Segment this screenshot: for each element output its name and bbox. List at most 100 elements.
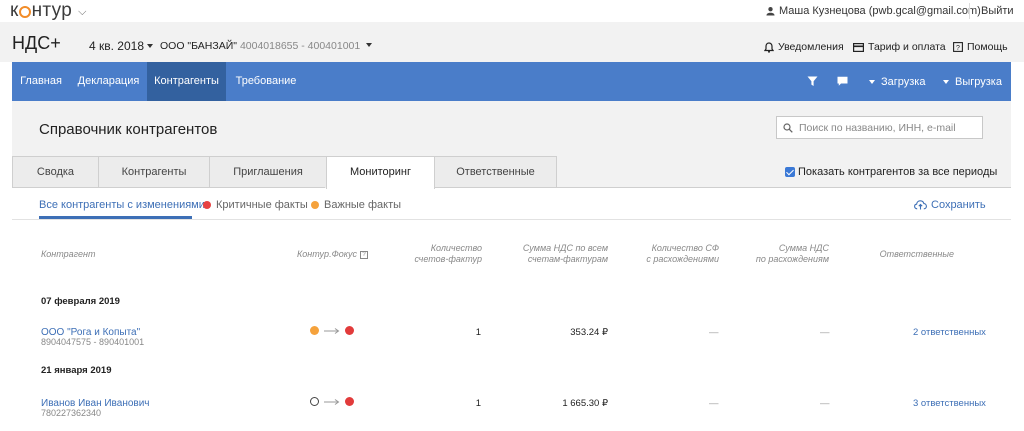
content-area: [12, 187, 1011, 431]
focus-status-change[interactable]: [310, 326, 354, 335]
chevron-down-icon[interactable]: ⌵: [78, 6, 87, 19]
upload-label: Загрузка: [881, 75, 926, 88]
divider: [969, 3, 970, 19]
cloud-upload-icon: [914, 200, 927, 210]
filter-important-label: Важные факты: [324, 199, 402, 211]
responsible-link[interactable]: 3 ответственных: [913, 398, 986, 409]
group-date: 07 февраля 2019: [41, 296, 120, 307]
product-header: НДС+ 4 кв. 2018 ООО "БАНЗАЙ" 4004018655 …: [0, 22, 1024, 62]
responsible-link[interactable]: 2 ответственных: [913, 327, 986, 338]
discrepancy-vat: —: [820, 327, 830, 338]
logo-text-end: нтур: [31, 0, 73, 21]
caret-down-icon: [147, 44, 153, 48]
column-header-line: с расхождениями: [646, 254, 719, 264]
upload-menu[interactable]: Загрузка: [869, 62, 925, 101]
user-name: Маша Кузнецова (pwb.gcal@gmail.com): [779, 5, 981, 17]
column-header-line: по расхождениям: [755, 254, 829, 264]
show-all-periods-label: Показать контрагентов за все периоды: [798, 166, 998, 178]
nav-item-main[interactable]: Главная: [12, 62, 70, 101]
organization-selector[interactable]: ООО "БАНЗАЙ" 4004018655 - 400401001: [160, 40, 373, 52]
filter-button[interactable]: [807, 62, 818, 101]
page-title: Справочник контрагентов: [39, 121, 218, 138]
search-input[interactable]: [799, 121, 974, 134]
kontur-logo[interactable]: к нтур ⌵: [10, 0, 87, 21]
chat-icon: [837, 76, 848, 86]
tariff-link[interactable]: Тариф и оплата: [853, 41, 946, 53]
important-dot-icon: [311, 201, 319, 209]
filter-icon: [807, 76, 818, 86]
filter-critical[interactable]: Критичные факты: [203, 199, 308, 211]
focus-status-change[interactable]: [310, 397, 354, 406]
counterparty-inn: 8904047575 - 890401001: [41, 337, 145, 347]
nav-item-requirement[interactable]: Требование: [226, 62, 306, 101]
discrepancy-count: —: [709, 398, 719, 409]
no-facts-status-icon: [310, 397, 319, 406]
download-menu[interactable]: Выгрузка: [943, 62, 1002, 101]
column-header-line: счетов-фактур: [414, 254, 482, 264]
tab-responsible[interactable]: Ответственные: [434, 156, 557, 188]
checkbox-checked-icon[interactable]: [785, 167, 795, 177]
search-box[interactable]: [776, 116, 983, 139]
period-selector[interactable]: 4 кв. 2018: [89, 39, 153, 53]
critical-status-icon: [345, 397, 354, 406]
save-button[interactable]: Сохранить: [914, 199, 986, 211]
column-header-counterparty: Контрагент: [41, 249, 96, 259]
filter-important[interactable]: Важные факты: [311, 199, 401, 211]
user-account[interactable]: Маша Кузнецова (pwb.gcal@gmail.com): [766, 5, 981, 17]
notifications-link[interactable]: Уведомления: [764, 41, 844, 53]
divider: [434, 187, 1011, 188]
discrepancy-vat: —: [820, 398, 830, 409]
user-icon: [766, 7, 775, 16]
logout-link[interactable]: Выйти: [981, 5, 1014, 17]
counterparty-inn: 780227362340: [41, 408, 102, 418]
discrepancy-count: —: [709, 327, 719, 338]
caret-down-icon: [366, 43, 373, 47]
product-title: НДС+: [12, 33, 61, 53]
invoice-count: 1: [475, 327, 481, 338]
arrow-right-icon: [324, 398, 340, 405]
logo-text-start: к: [10, 0, 19, 21]
tab-summary[interactable]: Сводка: [12, 156, 99, 188]
critical-dot-icon: [203, 201, 211, 209]
show-all-periods-checkbox[interactable]: Показать контрагентов за все периоды: [785, 166, 997, 178]
main-nav: Главная Декларация Контрагенты Требовани…: [12, 62, 1011, 101]
column-header-focus: Контур.Фокус?: [297, 249, 368, 260]
column-header-discrepancy-vat: Сумма НДС по расхождениям: [735, 243, 829, 265]
invoice-count: 1: [475, 398, 481, 409]
help-icon[interactable]: ?: [359, 251, 368, 259]
vat-sum: 353.24 ₽: [570, 327, 608, 338]
download-label: Выгрузка: [955, 75, 1002, 88]
column-header-line: Количество: [430, 243, 482, 253]
tariff-label: Тариф и оплата: [868, 41, 946, 53]
period-value: 4 кв. 2018: [89, 39, 144, 53]
top-bar: к нтур ⌵ Маша Кузнецова (pwb.gcal@gmail.c…: [0, 0, 1024, 22]
card-icon: [853, 42, 864, 52]
tab-invitations[interactable]: Приглашения: [209, 156, 327, 188]
tab-counterparties[interactable]: Контрагенты: [98, 156, 210, 188]
search-icon: [783, 122, 793, 133]
column-header-line: счетам-фактурам: [527, 254, 608, 264]
help-label: Помощь: [967, 41, 1008, 53]
nav-item-declaration[interactable]: Декларация: [70, 62, 147, 101]
column-header-invoice-count: Количество счетов-фактур: [401, 243, 482, 265]
org-name: ООО "БАНЗАЙ": [160, 40, 238, 52]
chat-button[interactable]: [837, 62, 848, 101]
help-link[interactable]: ? Помощь: [953, 41, 1008, 53]
column-header-focus-label: Контур.Фокус: [297, 249, 357, 259]
nav-item-counterparties[interactable]: Контрагенты: [147, 62, 226, 101]
vat-sum: 1 665.30 ₽: [562, 398, 608, 409]
important-status-icon: [310, 326, 319, 335]
save-label: Сохранить: [931, 199, 986, 211]
bell-icon: [764, 41, 774, 53]
tab-monitoring[interactable]: Мониторинг: [326, 156, 435, 189]
column-header-responsible: Ответственные: [879, 249, 954, 259]
caret-down-icon: [869, 79, 875, 84]
org-ids: 4004018655 - 400401001: [239, 40, 361, 52]
group-date: 21 января 2019: [41, 365, 112, 376]
column-header-vat-sum: Сумма НДС по всем счетам-фактурам: [500, 243, 608, 265]
column-header-discrepancy-count: Количество СФ с расхождениями: [620, 243, 719, 265]
caret-down-icon: [943, 79, 949, 84]
logo-ring-icon: [19, 6, 32, 18]
filter-all-changes[interactable]: Все контрагенты с изменениями: [39, 199, 205, 211]
svg-text:?: ?: [956, 45, 960, 52]
